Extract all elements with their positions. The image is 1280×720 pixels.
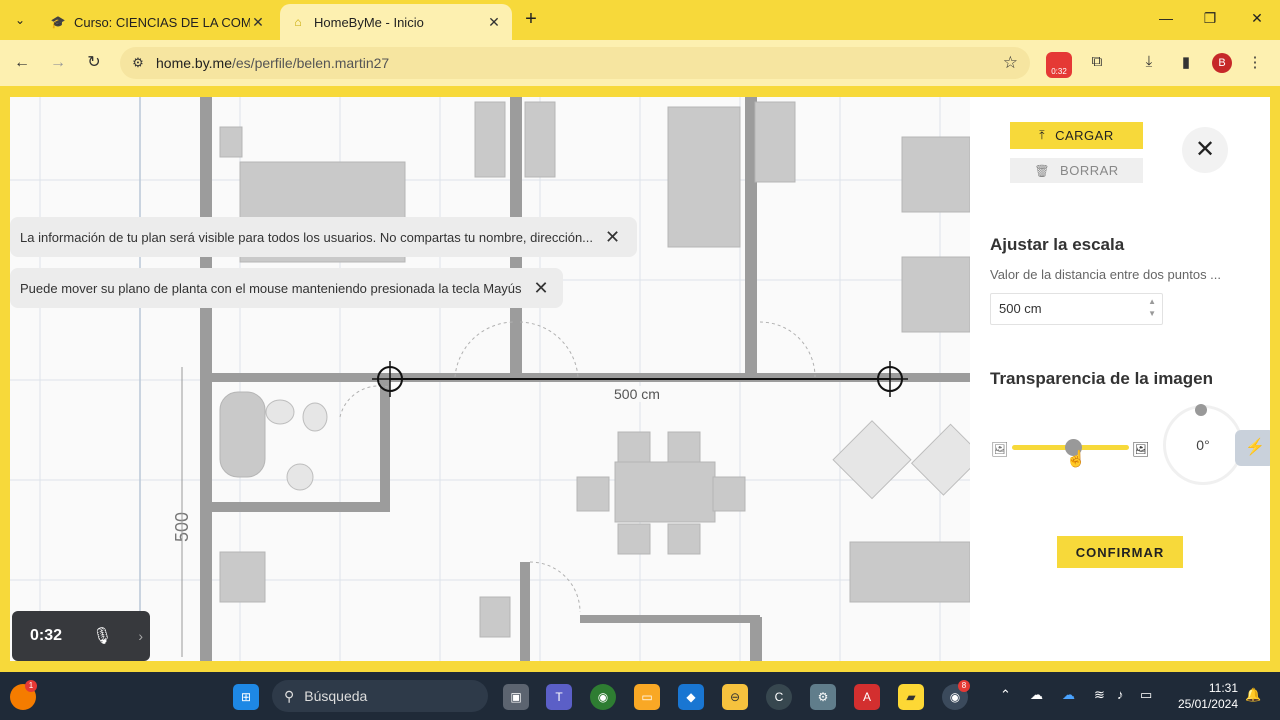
trash-icon: 🗑 (1034, 163, 1051, 178)
homebyme-favicon-icon: ⌂ (294, 15, 302, 29)
graduation-cap-icon: 🎓 (50, 15, 66, 29)
plan-door-arcs (339, 321, 816, 613)
url-host: home.by.me (156, 55, 232, 71)
taskbar-search[interactable]: ⚲ Búsqueda (272, 680, 488, 712)
restore-icon[interactable]: ❐ (1200, 10, 1220, 27)
chrome-badge: 8 (958, 680, 970, 692)
close-tab-icon[interactable]: ✕ (250, 14, 266, 31)
volume-icon[interactable]: ♪ (1117, 687, 1124, 702)
shift-hint-toast-text: Puede mover su plano de planta con el mo… (20, 280, 522, 296)
search-icon: ⚲ (284, 687, 295, 704)
site-info-icon[interactable]: ⚙ (120, 55, 156, 71)
window-close-icon[interactable]: ✕ (1247, 10, 1267, 27)
delete-button[interactable]: 🗑 BORRAR (1010, 158, 1143, 183)
plan-furniture (219, 101, 970, 638)
url-text: home.by.me/es/perfile/belen.martin27 (156, 55, 389, 71)
sketchup-icon[interactable]: ◆ (678, 684, 704, 710)
extensions-puzzle-icon[interactable]: ⧉ (1086, 53, 1108, 75)
notification-bell-icon[interactable]: 🔔 (1245, 687, 1261, 703)
cloud-icon[interactable]: ☁ (1030, 687, 1043, 703)
clock-date: 25/01/2024 (1177, 697, 1238, 711)
rotation-dial[interactable]: 0° (1163, 405, 1243, 485)
visibility-toast: La información de tu plan será visible p… (10, 217, 637, 257)
sticky-notes-icon[interactable]: ▰ (898, 684, 924, 710)
tab-strip: ⌄ 🎓 Curso: CIENCIAS DE LA COMPU ✕ ⌂ Home… (0, 0, 1280, 40)
floor-plan-canvas[interactable]: 500 500 cm La información de tu plan ser… (10, 97, 970, 661)
taskbar-search-placeholder: Búsqueda (304, 688, 368, 704)
reload-icon[interactable]: ↻ (83, 52, 105, 74)
image-faint-icon: 🖼 (991, 441, 1009, 457)
notification-badge: 1 (25, 680, 37, 692)
close-panel-button[interactable]: ✕ (1182, 127, 1228, 173)
scale-description: Valor de la distancia entre dos puntos .… (990, 267, 1222, 282)
scale-line-label: 500 cm (614, 386, 660, 402)
tab-title: HomeByMe - Inicio (314, 14, 424, 30)
bookmark-star-icon[interactable]: ☆ (1003, 53, 1018, 73)
hand-cursor-icon: ☝ (1066, 451, 1086, 468)
new-tab-button[interactable]: + (520, 9, 542, 31)
visibility-toast-text: La información de tu plan será visible p… (20, 229, 594, 245)
close-icon[interactable]: ✕ (605, 227, 620, 248)
windows-start-icon[interactable]: ⊞ (233, 684, 259, 710)
wifi-icon[interactable]: ≋ (1094, 687, 1105, 703)
ccleaner-icon[interactable]: C (766, 684, 792, 710)
upload-button[interactable]: ⤒ CARGAR (1010, 122, 1143, 149)
magic-wand-icon[interactable]: ⚡ (1235, 430, 1270, 466)
screen-recorder-extension-icon[interactable]: 0:32 (1046, 52, 1072, 78)
scale-heading: Ajustar la escala (990, 235, 1125, 254)
scale-side-panel: ⤒ CARGAR 🗑 BORRAR ✕ Ajustar la escala Va… (970, 97, 1270, 661)
delete-label: BORRAR (1060, 163, 1119, 178)
tab-curso[interactable]: 🎓 Curso: CIENCIAS DE LA COMPU ✕ (40, 4, 276, 40)
settings-gear-icon[interactable]: ⚙ (810, 684, 836, 710)
recorder-time: 0:32 (30, 627, 63, 644)
address-bar[interactable]: ⚙ home.by.me/es/perfile/belen.martin27 ☆ (120, 47, 1030, 79)
scale-distance-input[interactable]: 500 cm ▲ ▼ (990, 293, 1163, 325)
recorder-badge-time: 0:32 (1051, 67, 1067, 76)
profile-avatar[interactable]: B (1212, 53, 1232, 73)
browser-menu-icon[interactable]: ⋮ (1244, 53, 1266, 75)
file-explorer-icon[interactable]: ▭ (634, 684, 660, 710)
teams-icon[interactable]: T (546, 684, 572, 710)
floor-plan-drawing: 500 (10, 97, 970, 661)
tab-search-chevron-icon[interactable]: ⌄ (8, 8, 32, 32)
rotation-value: 0° (1196, 437, 1210, 453)
back-arrow-icon[interactable]: ← (11, 52, 33, 74)
chrome-icon[interactable]: ◉ (590, 684, 616, 710)
image-icon: 🖼 (1132, 441, 1150, 457)
tab-homebyme[interactable]: ⌂ HomeByMe - Inicio ✕ (280, 4, 512, 40)
browser-toolbar: ← → ↻ ⚙ home.by.me/es/perfile/belen.mart… (0, 40, 1280, 86)
transparency-heading: Transparencia de la imagen (990, 369, 1213, 388)
close-icon[interactable]: ✕ (534, 278, 549, 299)
scale-handle-left[interactable] (372, 361, 408, 397)
minimize-icon[interactable]: — (1156, 10, 1176, 26)
page-content: 500 500 cm La información de tu plan ser… (10, 97, 1270, 661)
recorder-widget: 0:32 🎙 › (12, 611, 150, 661)
mic-muted-icon[interactable]: 🎙 (92, 626, 112, 646)
scale-distance-value: 500 cm (999, 301, 1042, 316)
shift-hint-toast: Puede mover su plano de planta con el mo… (10, 268, 563, 308)
download-icon[interactable]: ⤓ (1138, 53, 1160, 75)
scale-handle-right[interactable] (872, 361, 908, 397)
upload-icon: ⤒ (1039, 128, 1046, 142)
chevron-right-icon[interactable]: › (138, 628, 143, 644)
upload-label: CARGAR (1055, 128, 1114, 143)
side-panel-icon[interactable]: ▮ (1175, 53, 1197, 75)
stepper-arrows-icon[interactable]: ▲ ▼ (1148, 296, 1156, 320)
rotation-knob[interactable] (1195, 404, 1207, 416)
task-view-icon[interactable]: ▣ (503, 684, 529, 710)
notes-app-icon[interactable]: ⊖ (722, 684, 748, 710)
forward-arrow-icon[interactable]: → (47, 52, 69, 74)
tray-chevron-up-icon[interactable]: ⌃ (1000, 687, 1011, 703)
close-tab-icon[interactable]: ✕ (486, 14, 502, 31)
acrobat-icon[interactable]: A (854, 684, 880, 710)
taskbar-clock[interactable]: 11:31 25/01/2024 (1170, 680, 1238, 712)
onedrive-icon[interactable]: ☁ (1062, 687, 1075, 703)
windows-taskbar: 1 ⊞ ⚲ Búsqueda ▣ T ◉ ▭ ◆ ⊖ C ⚙ A ▰ ◉ 8 ⌃… (0, 672, 1280, 720)
url-path: /es/perfile/belen.martin27 (232, 55, 390, 71)
battery-icon[interactable]: ▭ (1140, 687, 1152, 703)
confirm-button[interactable]: CONFIRMAR (1057, 536, 1183, 568)
tab-title: Curso: CIENCIAS DE LA COMPU (74, 14, 250, 30)
clock-time: 11:31 (1208, 681, 1238, 695)
